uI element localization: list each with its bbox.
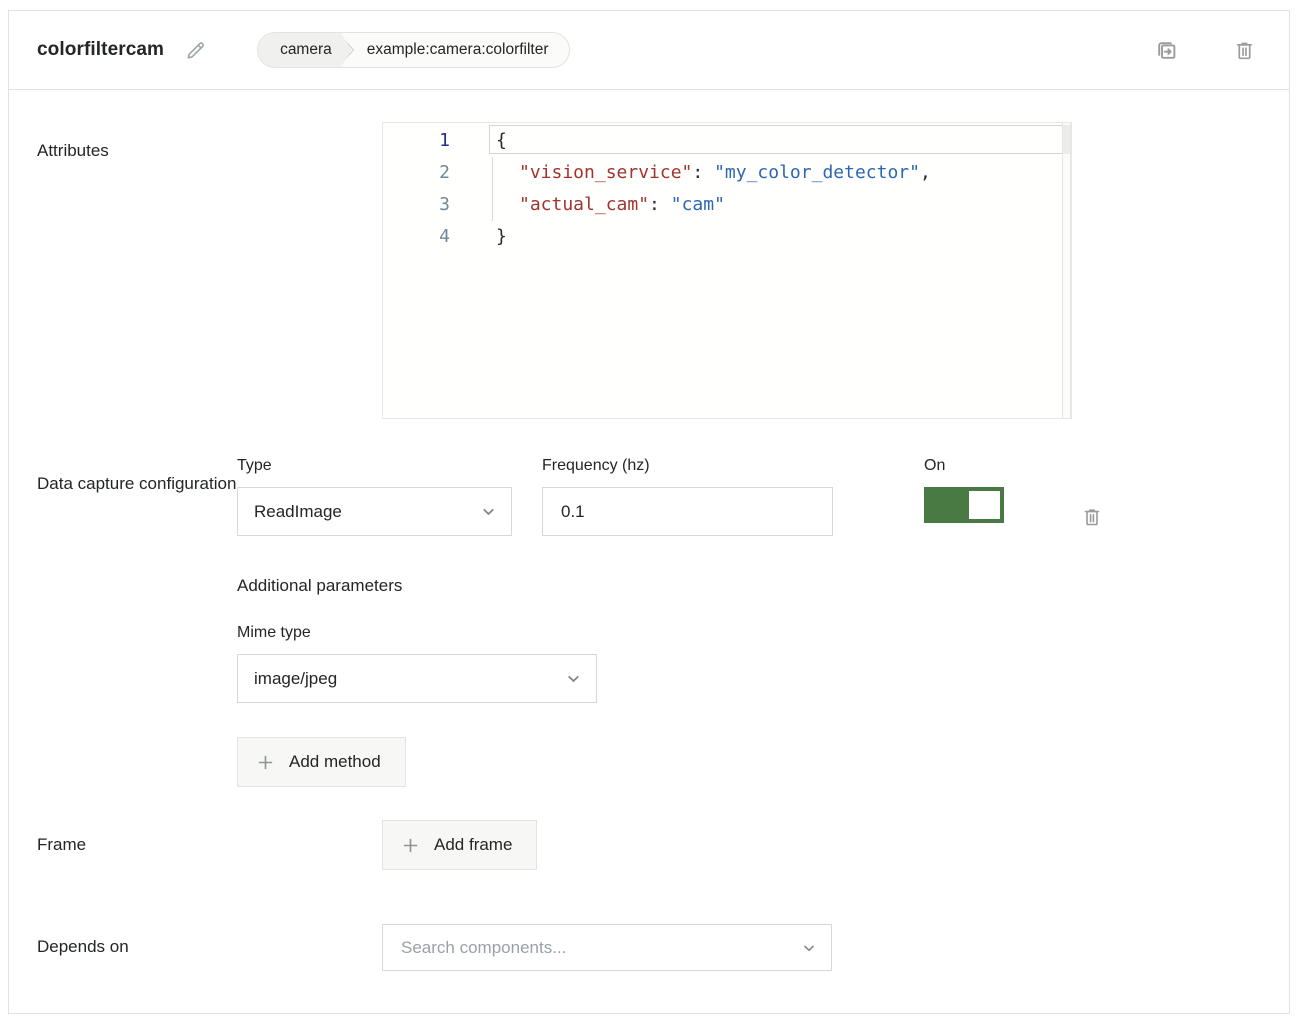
mime-type-label: Mime type [237, 624, 1108, 642]
component-model-label: example:camera:colorfilter [355, 41, 569, 59]
edit-name-button[interactable] [182, 37, 209, 64]
capture-type-label: Type [237, 457, 512, 475]
duplicate-icon [1153, 37, 1180, 64]
attributes-section: Attributes 1 2 3 4 { "vision_service": "… [37, 122, 1289, 419]
data-capture-section: Data capture configuration Type ReadImag… [37, 457, 1289, 787]
add-method-button[interactable]: Add method [237, 737, 406, 787]
capture-frequency-field: Frequency (hz) [542, 457, 833, 536]
component-category-badge: camera [258, 33, 352, 67]
capture-type-value: ReadImage [254, 502, 342, 522]
component-card: colorfiltercam camera example:camera:col… [8, 10, 1290, 1014]
pencil-icon [184, 39, 207, 62]
add-frame-button[interactable]: Add frame [382, 820, 537, 870]
data-capture-label: Data capture configuration [37, 471, 237, 497]
capture-on-toggle[interactable] [924, 487, 1004, 523]
add-method-label: Add method [289, 752, 381, 772]
capture-type-select[interactable]: ReadImage [237, 487, 512, 536]
plus-icon [401, 836, 420, 855]
trash-icon [1080, 505, 1104, 529]
code-line-4: } [492, 221, 1071, 253]
chevron-down-icon[interactable] [801, 940, 817, 956]
capture-frequency-label: Frequency (hz) [542, 457, 833, 475]
attributes-label: Attributes [37, 138, 382, 164]
mime-type-value: image/jpeg [254, 669, 337, 689]
toggle-knob [969, 491, 1000, 519]
editor-code-area: { "vision_service": "my_color_detector",… [492, 125, 1071, 418]
frame-section: Frame Add frame [37, 820, 1289, 870]
line-number: 3 [383, 189, 450, 221]
capture-on-field: On [924, 457, 1004, 523]
delete-capture-method-button[interactable] [1076, 501, 1108, 533]
component-card-header: colorfiltercam camera example:camera:col… [9, 11, 1289, 90]
trash-icon [1232, 38, 1257, 63]
mime-type-select[interactable]: image/jpeg [237, 654, 597, 703]
code-line-2: "vision_service": "my_color_detector", [492, 157, 1071, 189]
frame-label: Frame [37, 832, 382, 858]
line-number: 2 [383, 157, 450, 189]
duplicate-component-button[interactable] [1149, 33, 1184, 68]
editor-scrollbar-thumb [1063, 125, 1070, 154]
capture-type-field: Type ReadImage [237, 457, 512, 536]
line-number: 4 [383, 221, 450, 253]
component-card-body: Attributes 1 2 3 4 { "vision_service": "… [9, 90, 1289, 971]
code-line-1: { [492, 125, 1071, 157]
code-line-3: "actual_cam": "cam" [492, 189, 1071, 221]
capture-on-label: On [924, 457, 1004, 475]
capture-frequency-input[interactable] [559, 501, 816, 523]
add-frame-label: Add frame [434, 835, 512, 855]
additional-parameters-heading: Additional parameters [237, 576, 1108, 596]
data-capture-fields: Type ReadImage Frequency (hz) [237, 457, 1108, 787]
line-number: 1 [383, 125, 450, 157]
depends-on-label: Depends on [37, 934, 382, 960]
component-type-model-chip: camera example:camera:colorfilter [257, 32, 569, 68]
depends-on-section: Depends on [37, 924, 1289, 971]
component-name-title: colorfiltercam [37, 39, 164, 61]
plus-icon [256, 753, 275, 772]
delete-component-button[interactable] [1228, 34, 1261, 67]
attributes-json-editor[interactable]: 1 2 3 4 { "vision_service": "my_color_de… [382, 122, 1072, 419]
chevron-down-icon [480, 503, 497, 520]
indent-guide [492, 157, 493, 221]
depends-on-combobox [382, 924, 832, 971]
editor-scrollbar[interactable] [1062, 123, 1071, 418]
search-components-input[interactable] [399, 937, 801, 959]
chevron-down-icon [565, 670, 582, 687]
editor-line-numbers: 1 2 3 4 [383, 125, 492, 418]
